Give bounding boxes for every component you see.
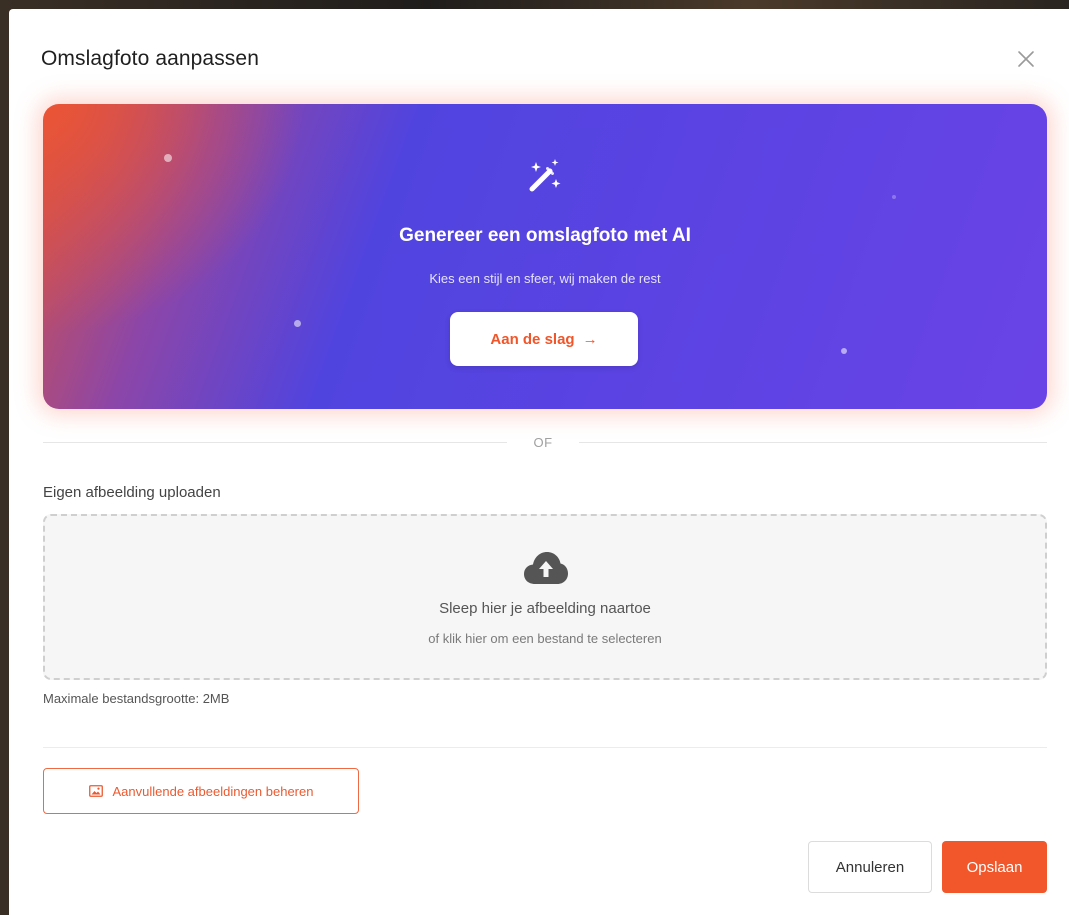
save-button[interactable]: Opslaan [942,841,1047,893]
cancel-button[interactable]: Annuleren [808,841,932,893]
decorative-dot [841,348,847,354]
cloud-upload-icon [524,552,568,584]
section-divider [43,747,1047,748]
get-started-button[interactable]: Aan de slag → [450,312,638,366]
file-dropzone[interactable]: Sleep hier je afbeelding naartoe of klik… [43,514,1047,680]
divider-line-left [43,442,507,443]
close-icon [1018,51,1034,67]
manage-images-label: Aanvullende afbeeldingen beheren [112,783,314,799]
manage-additional-images-button[interactable]: Aanvullende afbeeldingen beheren [43,768,359,814]
modal-title: Omslagfoto aanpassen [41,47,259,70]
ai-banner-subtitle: Kies een stijl en sfeer, wij maken de re… [429,271,661,286]
divider-line-right [579,442,1047,443]
dropzone-title: Sleep hier je afbeelding naartoe [439,600,651,617]
decorative-dot [164,154,172,162]
cover-photo-modal: Omslagfoto aanpassen Genereer een omslag… [9,9,1069,915]
upload-section-label: Eigen afbeelding uploaden [43,484,221,501]
image-icon [88,785,103,797]
arrow-right-icon: → [582,330,598,348]
decorative-dot [892,195,896,199]
close-button[interactable] [1014,47,1038,71]
get-started-label: Aan de slag [490,330,575,348]
ai-banner-title: Genereer een omslagfoto met AI [399,225,691,246]
dropzone-subtitle: of klik hier om een bestand te selectere… [428,631,662,646]
or-divider-label: OF [533,435,553,450]
decorative-dot [294,320,301,327]
ai-generate-banner: Genereer een omslagfoto met AI Kies een … [43,104,1047,409]
magic-wand-icon [529,159,561,192]
max-file-size-note: Maximale bestandsgrootte: 2MB [43,691,230,706]
